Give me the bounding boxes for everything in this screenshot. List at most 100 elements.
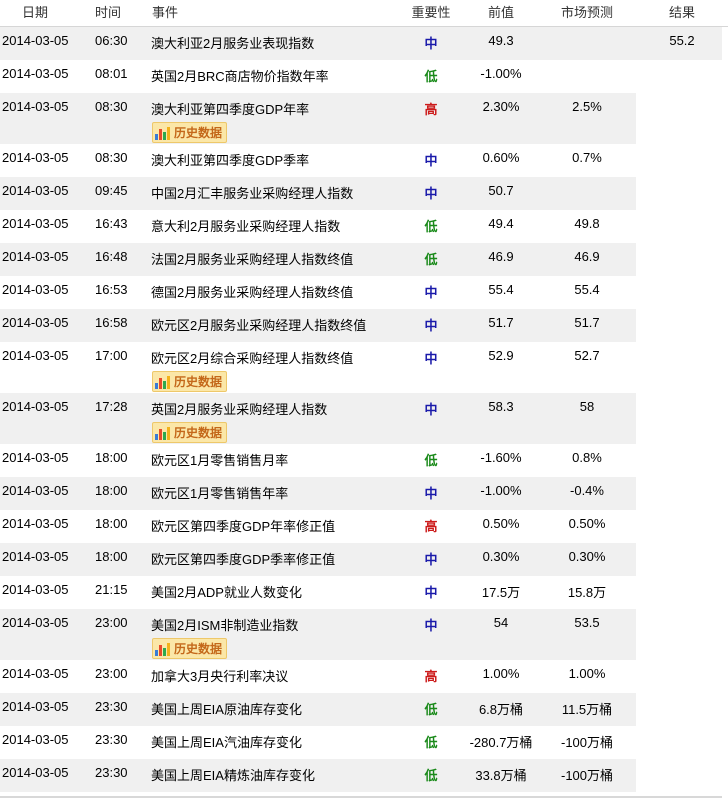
importance-badge: 中 — [424, 618, 438, 633]
row-result — [636, 477, 728, 510]
importance-badge: 中 — [424, 585, 438, 600]
history-data-label: 历史数据 — [174, 426, 223, 440]
row-previous: -1.00% — [480, 66, 522, 81]
row-previous: -280.7万桶 — [469, 735, 533, 750]
row-result — [636, 177, 728, 210]
row-forecast: 58 — [579, 399, 595, 414]
row-time: 17:28 — [95, 399, 128, 414]
row-time: 17:00 — [95, 348, 128, 363]
row-date: 2014-03-05 — [2, 183, 69, 198]
row-date: 2014-03-05 — [2, 615, 69, 630]
bar-chart-icon — [155, 426, 171, 440]
row-event-name: 法国2月服务业采购经理人指数终值 — [151, 252, 354, 267]
row-event-name: 中国2月汇丰服务业采购经理人指数 — [151, 186, 354, 201]
row-forecast: 49.8 — [574, 216, 600, 231]
table-row: 2014-03-05 23:00 加拿大3月央行利率决议 高 1.00% 1.00% — [0, 660, 728, 693]
row-date: 2014-03-05 — [2, 582, 69, 597]
row-previous: 6.8万桶 — [478, 702, 524, 717]
row-time: 06:30 — [95, 33, 128, 48]
table-header: 日期 时间 事件 重要性 前值 市场预测 结果 — [0, 0, 728, 27]
row-result — [636, 309, 728, 342]
table-row: 2014-03-05 18:00 欧元区第四季度GDP年率修正值 高 0.50% 0.50… — [0, 510, 728, 543]
importance-badge: 低 — [424, 453, 438, 468]
row-date: 2014-03-05 — [2, 99, 69, 114]
row-event-name: 欧元区第四季度GDP季率修正值 — [151, 552, 336, 567]
row-forecast — [538, 60, 636, 93]
calendar-table: 日期 时间 事件 重要性 前值 市场预测 结果 2014-03-05 06:30 澳… — [0, 0, 728, 792]
row-forecast: 53.5 — [574, 615, 600, 630]
row-event: 澳大利亚第四季度GDP季率 — [148, 144, 398, 177]
importance-badge: 中 — [424, 402, 438, 417]
row-time: 18:00 — [95, 516, 128, 531]
row-date: 2014-03-05 — [2, 315, 69, 330]
row-time: 16:53 — [95, 282, 128, 297]
row-time: 16:58 — [95, 315, 128, 330]
row-date: 2014-03-05 — [2, 549, 69, 564]
importance-badge: 高 — [424, 669, 438, 684]
row-forecast: 55.4 — [574, 282, 600, 297]
history-data-label: 历史数据 — [174, 642, 223, 656]
row-time: 18:00 — [95, 549, 128, 564]
row-result: 55.2 — [669, 33, 695, 48]
row-previous: 49.3 — [488, 33, 514, 48]
row-previous: 58.3 — [488, 399, 514, 414]
table-row: 2014-03-05 23:00 美国2月ISM非制造业指数 历史数据 中 54 53.5 — [0, 609, 728, 660]
row-event: 美国2月ISM非制造业指数 历史数据 — [148, 609, 398, 660]
row-time: 18:00 — [95, 483, 128, 498]
row-event-name: 加拿大3月央行利率决议 — [151, 669, 289, 684]
row-event: 意大利2月服务业采购经理人指数 — [148, 210, 398, 243]
row-forecast: 52.7 — [574, 348, 600, 363]
row-forecast: 2.5% — [572, 99, 602, 114]
row-forecast: 0.7% — [572, 150, 602, 165]
row-result — [636, 576, 728, 609]
row-previous: -1.60% — [480, 450, 522, 465]
importance-badge: 中 — [424, 318, 438, 333]
row-forecast: -100万桶 — [560, 768, 614, 783]
row-event: 澳大利亚第四季度GDP年率 历史数据 — [148, 93, 398, 144]
row-forecast: 15.8万 — [567, 585, 607, 600]
row-date: 2014-03-05 — [2, 33, 69, 48]
row-date: 2014-03-05 — [2, 66, 69, 81]
row-result — [636, 444, 728, 477]
row-date: 2014-03-05 — [2, 150, 69, 165]
row-time: 16:43 — [95, 216, 128, 231]
row-time: 18:00 — [95, 450, 128, 465]
table-row: 2014-03-05 18:00 欧元区1月零售销售月率 低 -1.60% 0.8% — [0, 444, 728, 477]
row-event: 美国上周EIA汽油库存变化 — [148, 726, 398, 759]
row-event-name: 美国2月ADP就业人数变化 — [151, 585, 302, 600]
row-previous: -1.00% — [480, 483, 522, 498]
table-row: 2014-03-05 08:30 澳大利亚第四季度GDP年率 历史数据 高 2.30% 2.… — [0, 93, 728, 144]
history-data-button[interactable]: 历史数据 — [152, 371, 228, 392]
row-result — [636, 393, 728, 444]
importance-badge: 高 — [424, 519, 438, 534]
row-previous: 33.8万桶 — [475, 768, 527, 783]
table-row: 2014-03-05 06:30 澳大利亚2月服务业表现指数 中 49.3 55.2 — [0, 27, 728, 60]
row-forecast — [538, 177, 636, 210]
row-forecast: 0.30% — [568, 549, 606, 564]
row-date: 2014-03-05 — [2, 348, 69, 363]
row-date: 2014-03-05 — [2, 450, 69, 465]
history-data-button[interactable]: 历史数据 — [152, 122, 228, 143]
table-row: 2014-03-05 08:30 澳大利亚第四季度GDP季率 中 0.60% 0.7% — [0, 144, 728, 177]
row-date: 2014-03-05 — [2, 282, 69, 297]
row-date: 2014-03-05 — [2, 483, 69, 498]
history-data-button[interactable]: 历史数据 — [152, 422, 228, 443]
row-previous: 2.30% — [482, 99, 520, 114]
row-event-name: 美国上周EIA精炼油库存变化 — [151, 768, 315, 783]
importance-badge: 高 — [424, 102, 438, 117]
importance-badge: 中 — [424, 486, 438, 501]
row-date: 2014-03-05 — [2, 516, 69, 531]
header-event: 事件 — [152, 5, 179, 20]
row-event-name: 英国2月服务业采购经理人指数 — [151, 402, 328, 417]
row-previous: 49.4 — [488, 216, 514, 231]
row-date: 2014-03-05 — [2, 399, 69, 414]
row-result — [636, 609, 728, 660]
row-event-name: 欧元区第四季度GDP年率修正值 — [151, 519, 336, 534]
row-event-name: 美国上周EIA汽油库存变化 — [151, 735, 302, 750]
table-body: 2014-03-05 06:30 澳大利亚2月服务业表现指数中 49.3 55.2 201… — [0, 27, 728, 792]
importance-badge: 低 — [424, 219, 438, 234]
row-event: 中国2月汇丰服务业采购经理人指数 — [148, 177, 398, 210]
row-result — [636, 60, 728, 93]
history-data-button[interactable]: 历史数据 — [152, 638, 228, 659]
table-row: 2014-03-05 16:48 法国2月服务业采购经理人指数终值 低 46.9 46.9 — [0, 243, 728, 276]
